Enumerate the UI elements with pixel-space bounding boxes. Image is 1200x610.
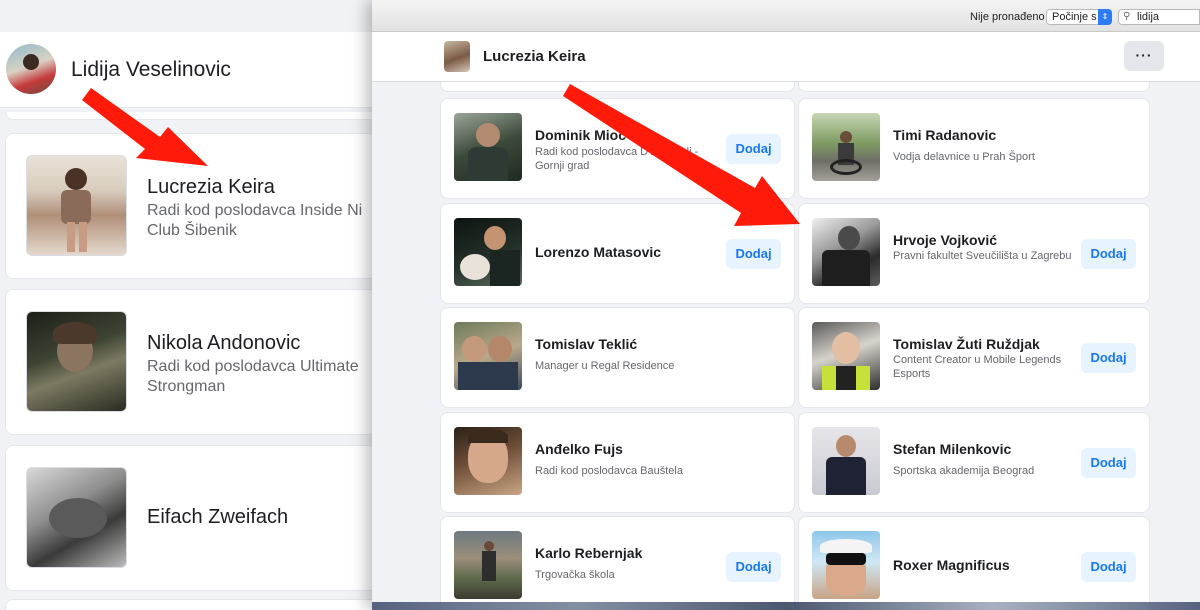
friend-card[interactable]: Dominik Mioč Radi kod poslodavca DVD Oza… xyxy=(440,98,795,199)
match-mode-select[interactable]: Počinje s ⇕ xyxy=(1046,9,1112,25)
friend-photo[interactable] xyxy=(454,218,522,286)
friend-card[interactable]: Timi Radanovic Vodja delavnice u Prah Šp… xyxy=(798,98,1150,199)
friend-photo[interactable] xyxy=(812,427,880,495)
find-bar: Nije pronađeno Počinje s ⇕ ⚲ lidija xyxy=(372,0,1200,32)
friend-card[interactable]: Anđelko Fujs Radi kod poslodavca Bauštel… xyxy=(440,412,795,513)
friend-name[interactable]: Timi Radanovic xyxy=(893,127,996,143)
add-friend-button[interactable]: Dodaj xyxy=(1081,448,1136,478)
friend-name[interactable]: Roxer Magnificus xyxy=(893,557,1010,573)
find-search-value[interactable]: lidija xyxy=(1137,11,1159,23)
friend-card[interactable]: Tomislav Teklić Manager u Regal Residenc… xyxy=(440,307,795,408)
friend-card[interactable]: Karlo Rebernjak Trgovačka škola Dodaj xyxy=(440,516,795,610)
card-edge xyxy=(5,599,385,610)
profile-avatar[interactable] xyxy=(444,41,470,72)
bg-friend-card-nikola[interactable]: Nikola Andonovic Radi kod poslodavca Ult… xyxy=(5,289,385,435)
add-friend-button[interactable]: Dodaj xyxy=(726,134,781,164)
bg-friend-card-lucrezia[interactable]: Lucrezia Keira Radi kod poslodavca Insid… xyxy=(5,133,385,279)
profile-name[interactable]: Lidija Veselinovic xyxy=(71,58,231,82)
card-edge xyxy=(798,82,1150,92)
friend-photo[interactable] xyxy=(812,218,880,286)
friend-card[interactable]: Roxer Magnificus Dodaj xyxy=(798,516,1150,610)
friend-description: Pravni fakultet Sveučilišta u Zagrebu xyxy=(893,250,1072,262)
friend-photo[interactable] xyxy=(26,467,127,568)
friend-name[interactable]: Hrvoje Vojković xyxy=(893,232,997,248)
friend-description: Radi kod poslodavca DVD Ozalj - Gornji g… xyxy=(535,146,699,172)
match-mode-label: Počinje s xyxy=(1052,11,1097,23)
friend-description: Trgovačka škola xyxy=(535,569,615,581)
screenshot-stage: Lidija Veselinovic Lucrezia Keira Radi k… xyxy=(0,0,1200,610)
friend-card[interactable]: Tomislav Žuti Ruždjak Content Creator u … xyxy=(798,307,1150,408)
card-edge xyxy=(5,112,385,120)
friend-photo[interactable] xyxy=(812,531,880,599)
background-profile-header: Lidija Veselinovic xyxy=(0,32,385,108)
foreground-browser-window: Nije pronađeno Počinje s ⇕ ⚲ lidija Lucr… xyxy=(372,0,1200,610)
friend-photo[interactable] xyxy=(26,155,127,256)
friend-photo[interactable] xyxy=(454,113,522,181)
friend-card[interactable]: Stefan Milenkovic Sportska akademija Beo… xyxy=(798,412,1150,513)
add-friend-button[interactable]: Dodaj xyxy=(726,239,781,269)
add-friend-button[interactable]: Dodaj xyxy=(1081,239,1136,269)
friend-description: Vodja delavnice u Prah Šport xyxy=(893,151,1035,163)
profile-avatar[interactable] xyxy=(6,44,56,94)
background-browser-window: Lidija Veselinovic Lucrezia Keira Radi k… xyxy=(0,0,385,610)
dock-edge xyxy=(372,602,1200,610)
friend-card[interactable]: Lorenzo Matasovic Dodaj xyxy=(440,203,795,304)
card-edge xyxy=(440,82,795,92)
friend-work: Radi kod poslodavca Ultimate xyxy=(147,358,359,375)
friend-photo[interactable] xyxy=(454,322,522,390)
friend-photo[interactable] xyxy=(26,311,127,412)
find-status-text: Nije pronađeno xyxy=(970,11,1045,23)
friend-work: Radi kod poslodavca Inside Ni xyxy=(147,202,363,219)
friend-photo[interactable] xyxy=(454,531,522,599)
friend-name[interactable]: Karlo Rebernjak xyxy=(535,545,642,561)
friend-name[interactable]: Stefan Milenkovic xyxy=(893,441,1011,457)
friend-name[interactable]: Eifach Zweifach xyxy=(147,506,288,529)
friend-name[interactable]: Tomislav Žuti Ruždjak xyxy=(893,336,1040,352)
friend-card[interactable]: Hrvoje Vojković Pravni fakultet Sveučili… xyxy=(798,203,1150,304)
friend-photo[interactable] xyxy=(454,427,522,495)
bg-friend-card-eifach[interactable]: Eifach Zweifach xyxy=(5,445,385,591)
add-friend-button[interactable]: Dodaj xyxy=(1081,343,1136,373)
add-friend-button[interactable]: Dodaj xyxy=(726,552,781,582)
friend-name[interactable]: Lucrezia Keira xyxy=(147,176,275,199)
friend-description: Content Creator u Mobile Legends Esports xyxy=(893,354,1062,380)
friend-photo[interactable] xyxy=(812,113,880,181)
profile-name[interactable]: Lucrezia Keira xyxy=(483,48,586,65)
friend-work-cont: Club Šibenik xyxy=(147,222,237,239)
friend-description: Radi kod poslodavca Bauštela xyxy=(535,465,683,477)
find-search-field[interactable]: ⚲ lidija xyxy=(1118,9,1200,25)
friend-work-cont: Strongman xyxy=(147,378,226,395)
friend-description: Sportska akademija Beograd xyxy=(893,465,1035,477)
friend-photo[interactable] xyxy=(812,322,880,390)
profile-header: Lucrezia Keira ··· xyxy=(372,32,1200,82)
friend-name[interactable]: Anđelko Fujs xyxy=(535,441,623,457)
add-friend-button[interactable]: Dodaj xyxy=(1081,552,1136,582)
chevron-updown-icon[interactable]: ⇕ xyxy=(1098,9,1112,25)
friend-name[interactable]: Nikola Andonovic xyxy=(147,332,300,355)
search-icon: ⚲ xyxy=(1123,11,1131,22)
friend-name[interactable]: Lorenzo Matasovic xyxy=(535,244,661,260)
friend-name[interactable]: Dominik Mioč xyxy=(535,127,626,143)
more-options-button[interactable]: ··· xyxy=(1124,41,1164,71)
friend-description: Manager u Regal Residence xyxy=(535,360,675,372)
friend-name[interactable]: Tomislav Teklić xyxy=(535,336,637,352)
